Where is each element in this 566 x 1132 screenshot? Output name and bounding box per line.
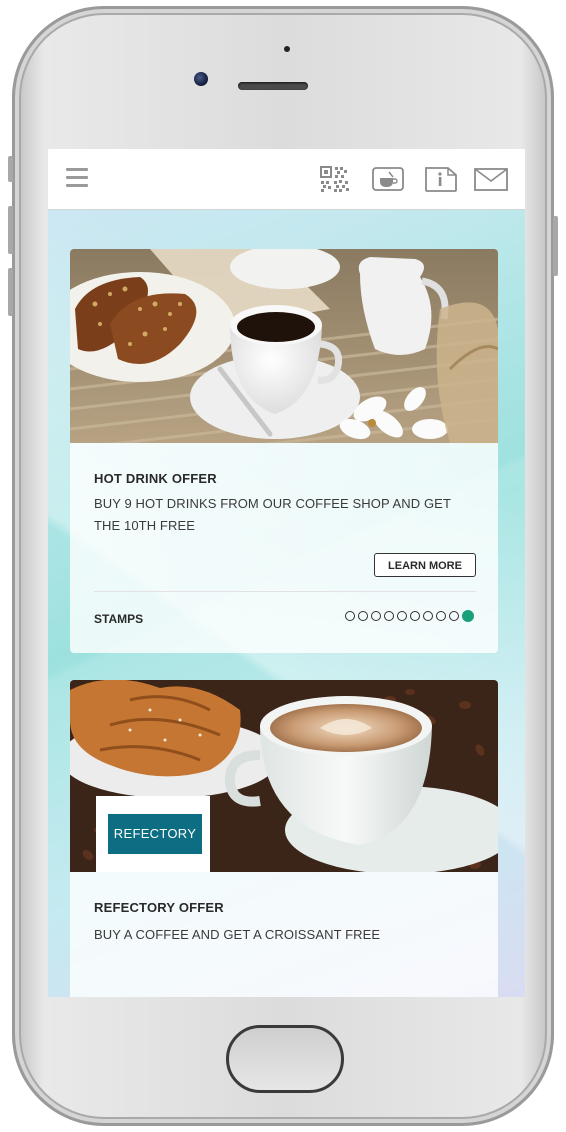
top-bar — [48, 149, 525, 210]
stamp-tracker — [345, 610, 474, 622]
mail-icon[interactable] — [473, 163, 509, 195]
stamps-label: STAMPS — [94, 612, 144, 626]
stamp-empty — [436, 611, 446, 621]
offer-title: REFECTORY OFFER — [94, 900, 224, 915]
stamp-empty — [423, 611, 433, 621]
offer-description: BUY A COFFEE AND GET A CROISSANT FREE — [94, 927, 381, 942]
stamp-empty — [449, 611, 459, 621]
menu-icon[interactable] — [66, 168, 88, 188]
coffee-croissant-photo: REFECTORY — [70, 680, 498, 872]
refectory-logo: REFECTORY — [96, 796, 210, 872]
offer-title: HOT DRINK OFFER — [94, 471, 217, 486]
stamp-empty — [384, 611, 394, 621]
learn-more-button[interactable]: LEARN MORE — [374, 553, 476, 577]
volume-up-button — [8, 206, 13, 254]
earpiece-speaker — [238, 82, 308, 90]
mute-switch — [8, 156, 13, 182]
offer-card-refectory[interactable]: REFECTORY REFECTORY OFFER BUY A COFFEE A… — [70, 680, 498, 997]
cup-icon[interactable] — [370, 163, 406, 195]
power-button — [553, 216, 558, 276]
refectory-logo-text: REFECTORY — [108, 814, 202, 854]
coffee-pastry-photo — [70, 249, 498, 443]
offer-description: BUY 9 HOT DRINKS FROM OUR COFFEE SHOP AN… — [94, 496, 451, 533]
stamp-filled — [462, 610, 474, 622]
proximity-sensor — [284, 46, 290, 52]
stamp-empty — [358, 611, 368, 621]
card-divider — [94, 591, 476, 592]
app-screen: HOT DRINK OFFER BUY 9 HOT DRINKS FROM OU… — [48, 149, 525, 997]
home-button[interactable] — [226, 1025, 344, 1093]
offer-card-hot-drink[interactable]: HOT DRINK OFFER BUY 9 HOT DRINKS FROM OU… — [70, 249, 498, 653]
front-camera — [194, 72, 208, 86]
stamp-empty — [345, 611, 355, 621]
info-icon[interactable] — [423, 163, 459, 195]
volume-down-button — [8, 268, 13, 316]
stamp-empty — [371, 611, 381, 621]
stamp-empty — [410, 611, 420, 621]
qr-code-icon[interactable] — [318, 163, 352, 195]
stamp-empty — [397, 611, 407, 621]
